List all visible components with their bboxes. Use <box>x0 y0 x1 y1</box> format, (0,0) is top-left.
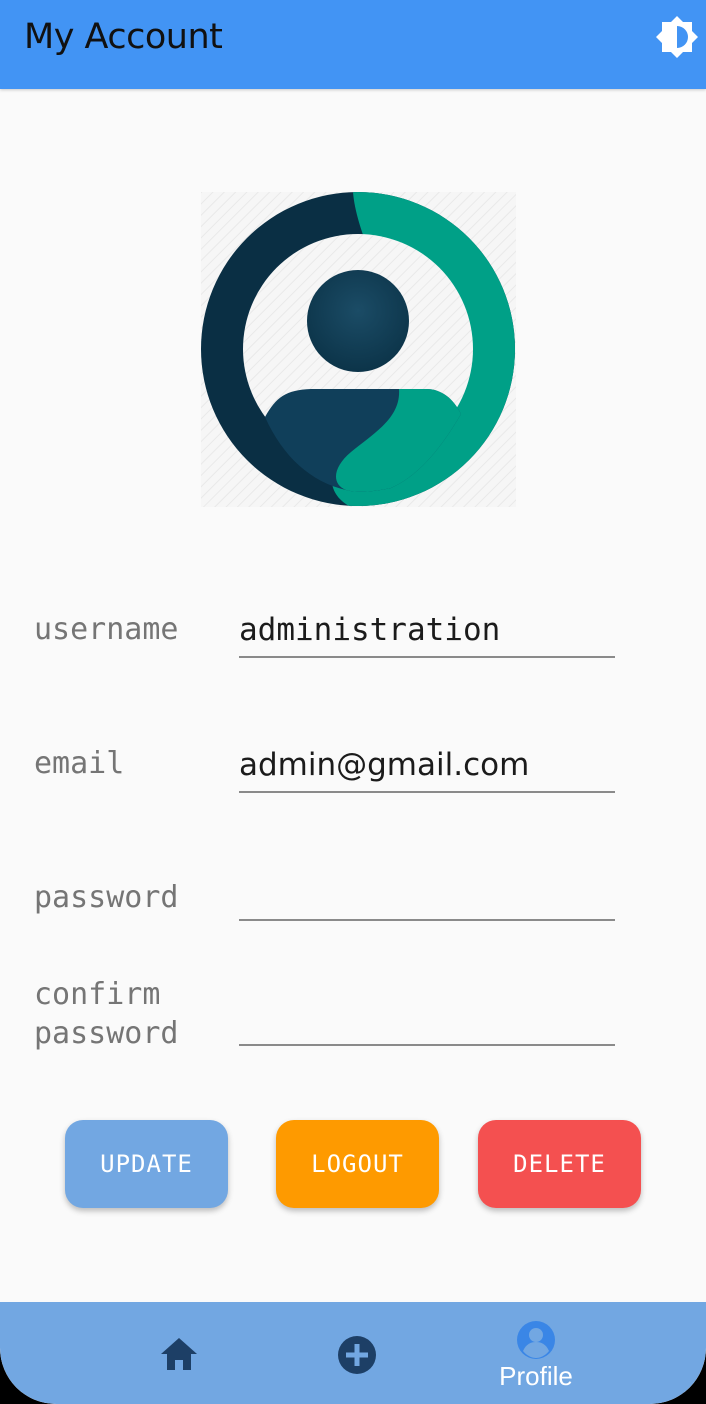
username-field[interactable]: administration <box>239 612 615 658</box>
email-label: email <box>34 746 125 781</box>
account-screen: My Account username administration email… <box>0 0 706 1404</box>
email-field[interactable]: admin@gmail.com <box>239 747 615 793</box>
confirm-password-field[interactable] <box>239 1000 615 1046</box>
brightness-icon[interactable] <box>654 14 700 60</box>
email-value: admin@gmail.com <box>239 747 530 783</box>
nav-profile-label[interactable]: Profile <box>478 1361 594 1392</box>
app-bar: My Account <box>0 0 706 89</box>
delete-button[interactable]: DELETE <box>478 1120 641 1208</box>
password-field[interactable] <box>239 875 615 921</box>
logout-button[interactable]: LOGOUT <box>276 1120 439 1208</box>
password-label: password <box>34 880 179 915</box>
profile-avatar[interactable] <box>201 192 516 507</box>
add-circle-icon[interactable] <box>337 1335 377 1379</box>
confirm-password-label: confirm password <box>34 977 179 1051</box>
update-button[interactable]: UPDATE <box>65 1120 228 1208</box>
username-value: administration <box>239 612 501 648</box>
account-circle-icon[interactable] <box>516 1320 556 1364</box>
username-label: username <box>34 612 179 647</box>
home-icon[interactable] <box>159 1336 199 1376</box>
page-title: My Account <box>24 17 223 57</box>
